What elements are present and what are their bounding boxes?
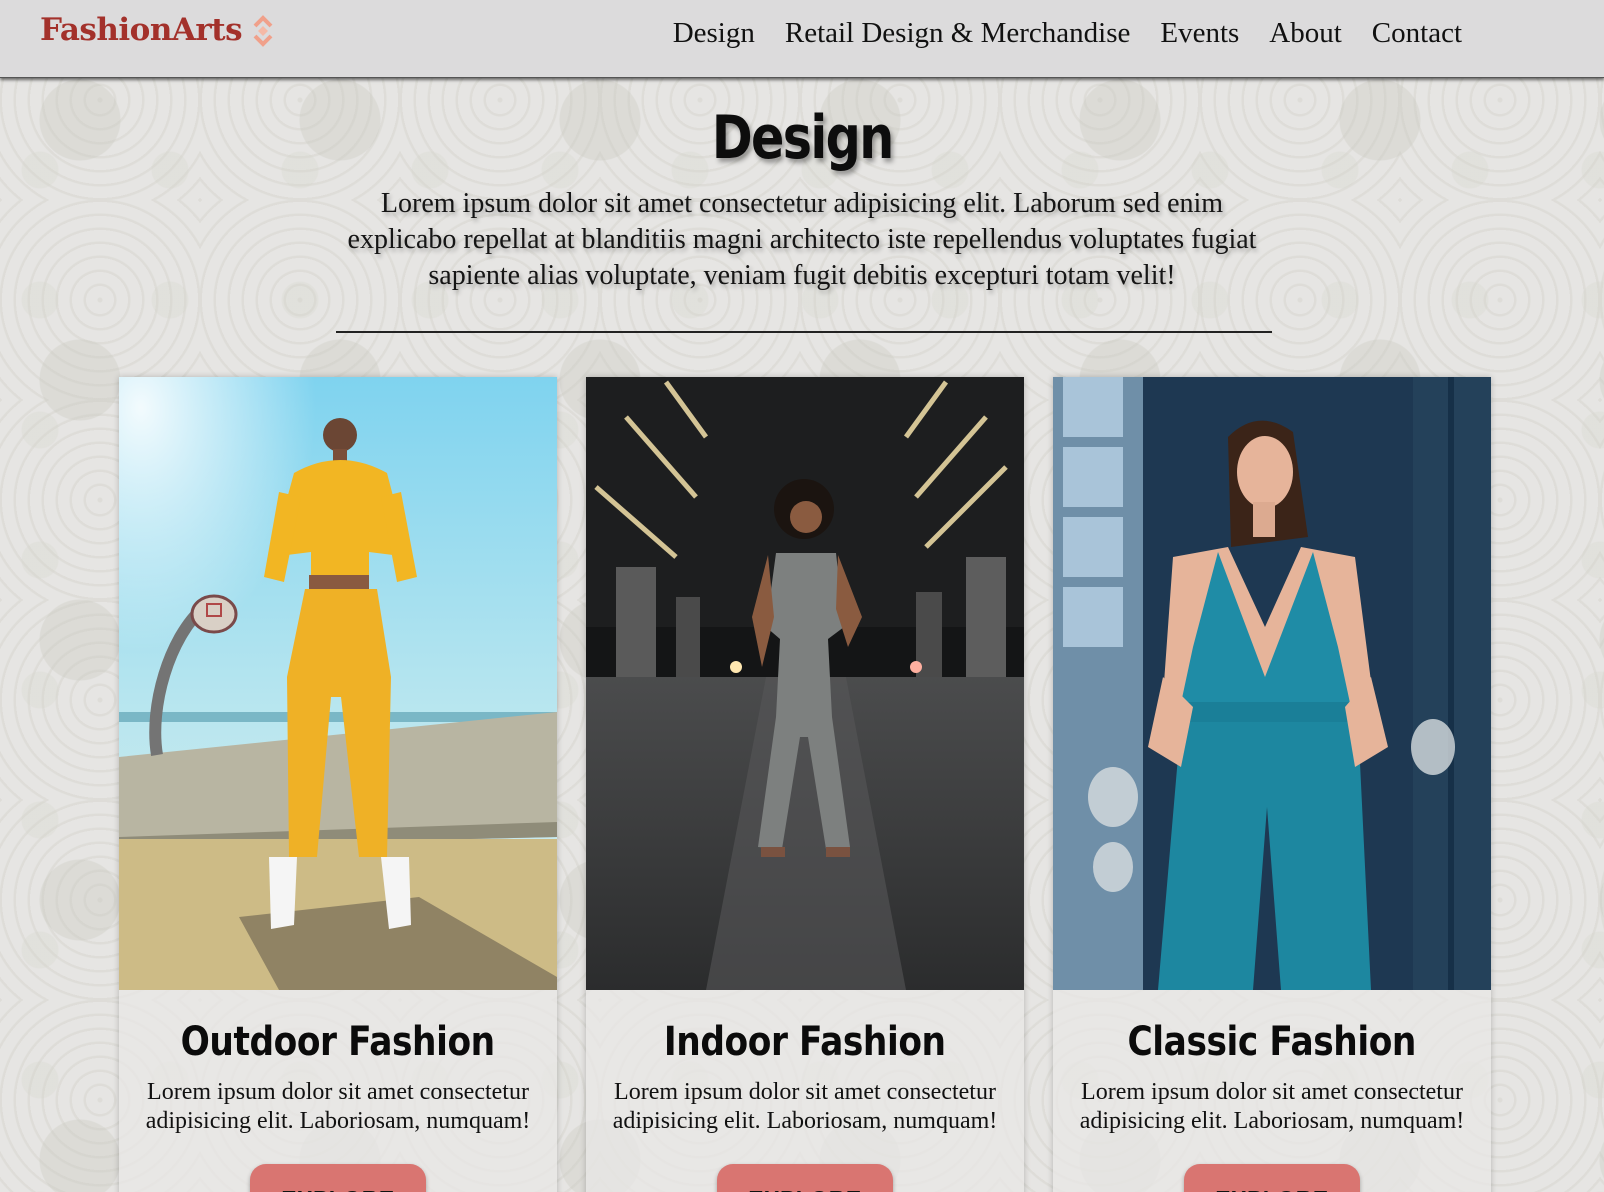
explore-button-outdoor[interactable]: EXPLORE xyxy=(250,1164,426,1192)
classic-fashion-photo xyxy=(1053,377,1491,990)
nav-link-design[interactable]: Design xyxy=(673,17,755,49)
explore-button-indoor[interactable]: EXPLORE xyxy=(717,1164,893,1192)
card-title: Outdoor Fashion xyxy=(180,1019,496,1065)
card-indoor-fashion: Indoor Fashion Lorem ipsum dolor sit ame… xyxy=(586,377,1024,1192)
intro-section: Design Lorem ipsum dolor sit amet consec… xyxy=(0,100,1604,294)
card-grid: Outdoor Fashion Lorem ipsum dolor sit am… xyxy=(119,377,1491,1192)
nav-link-contact[interactable]: Contact xyxy=(1372,17,1462,49)
card-title: Classic Fashion xyxy=(1127,1019,1417,1065)
navbar: FashionArts Design Retail Design & Merch… xyxy=(0,0,1604,78)
card-text: Lorem ipsum dolor sit amet consectetur a… xyxy=(145,1079,531,1134)
card-text: Lorem ipsum dolor sit amet consectetur a… xyxy=(612,1079,998,1134)
outdoor-fashion-photo xyxy=(119,377,557,990)
intro-text: Lorem ipsum dolor sit amet consectetur a… xyxy=(347,188,1257,291)
main-nav: Design Retail Design & Merchandise Event… xyxy=(673,17,1462,50)
page-title: Design xyxy=(711,103,894,173)
card-title: Indoor Fashion xyxy=(664,1019,946,1065)
nav-link-retail-design[interactable]: Retail Design & Merchandise xyxy=(785,17,1131,49)
card-classic-fashion: Classic Fashion Lorem ipsum dolor sit am… xyxy=(1053,377,1491,1192)
nav-link-about[interactable]: About xyxy=(1269,17,1342,49)
card-text: Lorem ipsum dolor sit amet consectetur a… xyxy=(1079,1079,1465,1134)
indoor-fashion-photo xyxy=(586,377,1024,990)
section-divider xyxy=(336,331,1272,333)
explore-button-classic[interactable]: EXPLORE xyxy=(1184,1164,1360,1192)
brand-logo-link[interactable]: FashionArts xyxy=(40,12,274,48)
diamond-chevrons-icon xyxy=(252,14,274,48)
nav-link-events[interactable]: Events xyxy=(1160,17,1239,49)
card-outdoor-fashion: Outdoor Fashion Lorem ipsum dolor sit am… xyxy=(119,377,557,1192)
brand-name: FashionArts xyxy=(40,12,243,48)
